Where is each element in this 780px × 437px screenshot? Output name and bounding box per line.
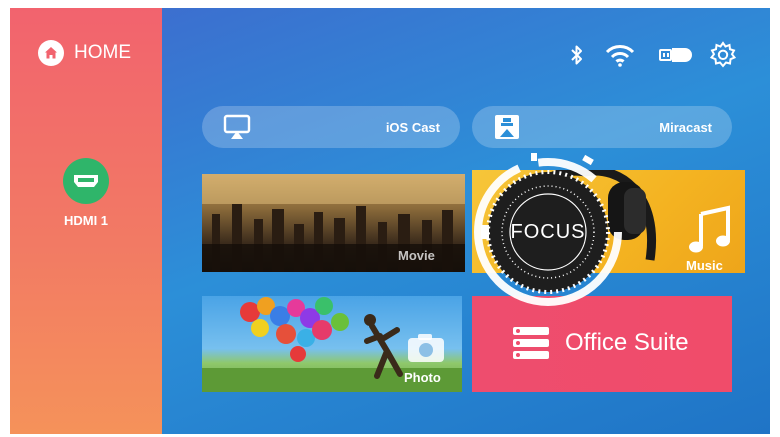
usb-icon[interactable] xyxy=(658,42,694,68)
hdmi-label: HDMI 1 xyxy=(63,213,109,228)
home-label: HOME xyxy=(74,42,131,63)
settings-icon[interactable] xyxy=(708,41,738,69)
wifi-icon[interactable] xyxy=(603,42,637,68)
focus-dial[interactable]: FOCUS xyxy=(467,151,629,313)
miracast-label: Miracast xyxy=(659,120,712,135)
photo-tile[interactable]: Photo xyxy=(202,296,462,392)
launcher-screen: HOME HDMI 1 iOS Cast Miracast Movie Musi… xyxy=(10,8,770,434)
focus-label: FOCUS xyxy=(510,221,586,243)
miracast-button[interactable]: Miracast xyxy=(472,106,732,148)
office-suite-label: Office Suite xyxy=(565,329,689,356)
music-label: Music xyxy=(686,258,723,273)
bluetooth-icon[interactable] xyxy=(566,42,588,68)
home-icon xyxy=(38,40,64,66)
airplay-icon xyxy=(222,112,252,142)
home-button[interactable]: HOME xyxy=(38,40,131,66)
movie-tile[interactable]: Movie xyxy=(202,174,465,272)
movie-label: Movie xyxy=(398,248,435,263)
hdmi-icon xyxy=(63,158,109,204)
ios-cast-label: iOS Cast xyxy=(385,120,440,135)
music-note-icon xyxy=(686,204,732,261)
hdmi-input-button[interactable]: HDMI 1 xyxy=(10,158,162,228)
main-panel: iOS Cast Miracast Movie Music Photo Offi… xyxy=(162,8,770,434)
ios-cast-button[interactable]: iOS Cast xyxy=(202,106,460,148)
office-list-icon xyxy=(512,326,550,365)
photo-label: Photo xyxy=(404,370,441,385)
sidebar: HOME HDMI 1 xyxy=(10,8,162,434)
miracast-icon xyxy=(492,112,522,142)
camera-icon xyxy=(406,332,446,369)
